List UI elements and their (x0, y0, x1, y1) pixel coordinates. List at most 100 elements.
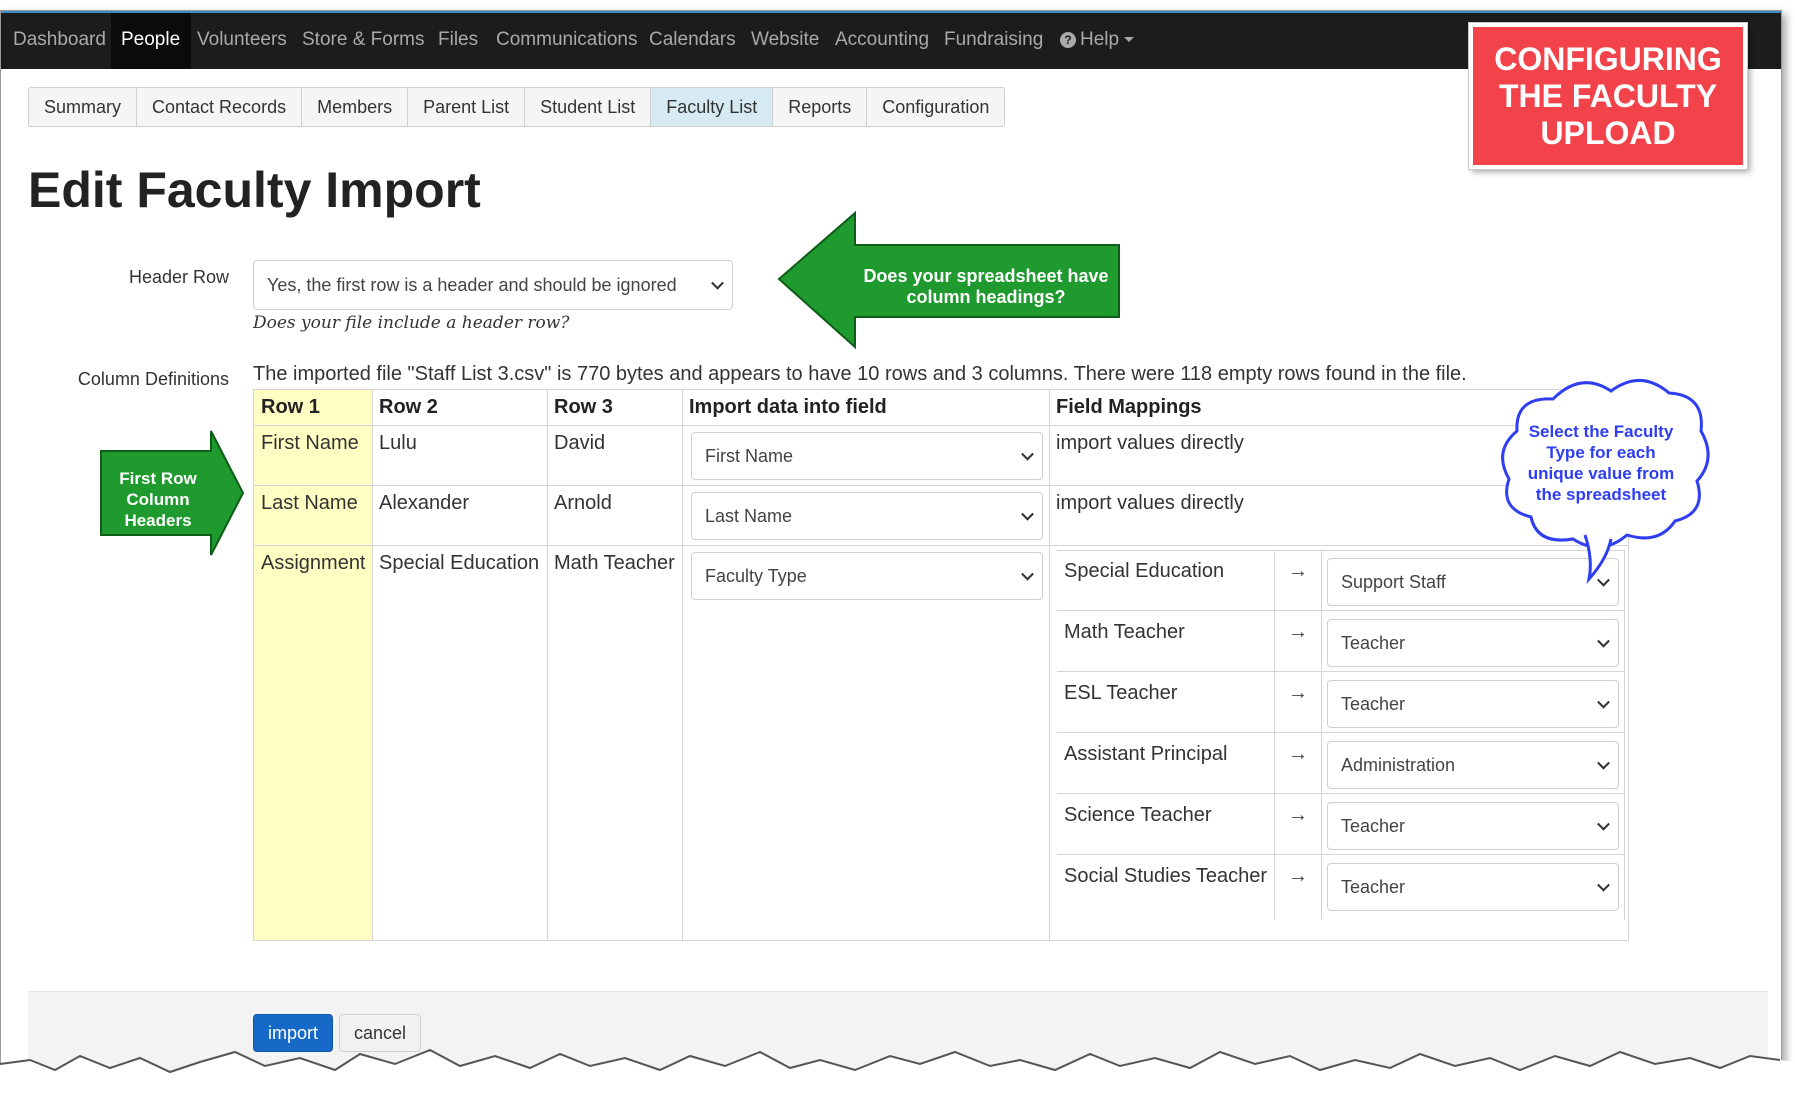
mapping-target-select[interactable]: Teacher (1327, 619, 1619, 667)
mapping-target-value: Teacher (1341, 816, 1406, 836)
arrow-right-icon: → (1288, 682, 1308, 704)
callout-line: First Row (119, 469, 197, 488)
header-row-label: Header Row (128, 267, 229, 287)
mapping-target-select[interactable]: Administration (1327, 741, 1619, 789)
mapping-source: ESL Teacher (1064, 682, 1178, 704)
callout-line: Column (126, 490, 190, 509)
mapping-target-select[interactable]: Teacher (1327, 680, 1619, 728)
header-field-mappings: Field Mappings (1056, 396, 1202, 418)
help-label: Help (1080, 29, 1120, 50)
field-select-faculty-type[interactable]: Faculty Type (691, 552, 1043, 600)
nav-item-calendars[interactable]: Calendars (649, 29, 736, 51)
annotation-title-badge: CONFIGURING THE FACULTY UPLOAD (1468, 22, 1748, 170)
mapping-target-value: Support Staff (1341, 572, 1446, 592)
chevron-down-icon (1597, 695, 1610, 709)
file-info-text: The imported file "Staff List 3.csv" is … (253, 363, 1467, 385)
header-callout-text: Does your spreadsheet have column headin… (851, 266, 1121, 308)
chevron-down-icon (1597, 634, 1610, 648)
cell-row1-assignment: Assignment (261, 552, 366, 574)
nav-item-help[interactable]: ? Help (1060, 29, 1135, 51)
mapping-source: Special Education (1064, 560, 1225, 582)
cell-row2-first: Lulu (379, 432, 417, 454)
mapping-target-value: Teacher (1341, 694, 1406, 714)
nav-item-store-forms[interactable]: Store & Forms (302, 29, 424, 51)
callout-line: Headers (124, 511, 192, 530)
header-row1: Row 1 (261, 396, 320, 418)
tab-configuration[interactable]: Configuration (867, 88, 1004, 126)
cell-row1-last: Last Name (261, 492, 358, 514)
callout-line: Does your spreadsheet have (863, 266, 1109, 286)
arrow-right-icon: → (1288, 621, 1308, 643)
cell-row3-last: Arnold (554, 492, 612, 514)
mapping-target-value: Teacher (1341, 633, 1406, 653)
caret-down-icon (1124, 37, 1135, 42)
column-definitions-label: Column Definitions (77, 369, 229, 389)
cell-row2-assignment: Special Education (379, 552, 540, 574)
badge-line: THE FACULTY (1498, 77, 1718, 114)
chevron-down-icon (1597, 878, 1610, 892)
mapping-text-first: import values directly (1056, 432, 1244, 454)
cell-row2-last: Alexander (379, 492, 470, 514)
header-row3: Row 3 (554, 396, 613, 418)
tab-reports[interactable]: Reports (773, 88, 868, 126)
header-row-select[interactable]: Yes, the first row is a header and shoul… (253, 260, 733, 310)
mapping-source: Social Studies Teacher (1064, 865, 1268, 887)
arrow-right-icon: → (1288, 865, 1308, 887)
tab-contact-records[interactable]: Contact Records (137, 88, 303, 126)
mapping-target-select[interactable]: Teacher (1327, 802, 1619, 850)
badge-line: CONFIGURING (1494, 40, 1722, 77)
tab-summary[interactable]: Summary (29, 88, 138, 126)
chevron-down-icon (1597, 817, 1610, 831)
nav-item-files[interactable]: Files (438, 29, 478, 51)
tab-members[interactable]: Members (302, 88, 409, 126)
app-window: Dashboard People Volunteers Store & Form… (0, 10, 1782, 1082)
nav-item-dashboard[interactable]: Dashboard (13, 29, 106, 51)
mapping-target-select[interactable]: Teacher (1327, 863, 1619, 911)
chevron-down-icon (711, 276, 724, 290)
arrow-right-icon: → (1288, 560, 1308, 582)
cell-row3-assignment: Math Teacher (554, 552, 675, 574)
tab-student-list[interactable]: Student List (525, 88, 652, 126)
field-select-last-name[interactable]: Last Name (691, 492, 1043, 540)
cell-row1-first: First Name (261, 432, 359, 454)
field-select-value: Faculty Type (705, 566, 807, 586)
cloud-line: Select the Faculty (1528, 422, 1674, 441)
mapping-text-last: import values directly (1056, 492, 1244, 514)
cell-row3-first: David (554, 432, 606, 454)
chevron-down-icon (1021, 567, 1034, 581)
field-select-first-name[interactable]: First Name (691, 432, 1043, 480)
people-subtabs: Summary Contact Records Members Parent L… (28, 87, 1006, 127)
nav-item-accounting[interactable]: Accounting (835, 29, 929, 51)
nav-item-website[interactable]: Website (751, 29, 819, 51)
nav-item-fundraising[interactable]: Fundraising (944, 29, 1043, 51)
mapping-source: Science Teacher (1064, 804, 1212, 826)
question-circle-icon: ? (1060, 32, 1076, 48)
arrow-right-icon: → (1288, 743, 1308, 765)
field-select-value: Last Name (705, 506, 793, 526)
torn-edge-decoration (0, 1048, 1795, 1112)
column-definitions-table: Row 1 Row 2 Row 3 Import data into field… (253, 389, 1629, 941)
first-row-callout-text: First Row Column Headers (101, 468, 215, 531)
chevron-down-icon (1021, 507, 1034, 521)
tab-faculty-list[interactable]: Faculty List (651, 88, 774, 126)
tab-parent-list[interactable]: Parent List (408, 88, 526, 126)
page-title: Edit Faculty Import (28, 162, 481, 218)
header-import-field: Import data into field (689, 396, 887, 418)
nav-item-volunteers[interactable]: Volunteers (197, 29, 287, 51)
field-select-value: First Name (705, 446, 794, 466)
cloud-line: the spreadsheet (1535, 485, 1667, 504)
nav-item-people[interactable]: People (121, 29, 180, 51)
chevron-down-icon (1597, 756, 1610, 770)
mapping-source: Assistant Principal (1064, 743, 1228, 765)
badge-line: UPLOAD (1540, 114, 1676, 151)
chevron-down-icon (1021, 447, 1034, 461)
row1-highlight-column (254, 390, 372, 940)
mapping-target-value: Teacher (1341, 877, 1406, 897)
callout-line: column headings? (906, 287, 1066, 307)
header-row-help: Does your file include a header row? (253, 313, 570, 333)
mapping-target-value: Administration (1341, 755, 1456, 775)
faculty-type-mapping-table: Special Education → Support Staff Math T… (1057, 550, 1627, 920)
cloud-callout-text: Select the Faculty Type for each unique … (1503, 421, 1699, 505)
arrow-right-icon: → (1288, 804, 1308, 826)
nav-item-communications[interactable]: Communications (496, 29, 638, 51)
